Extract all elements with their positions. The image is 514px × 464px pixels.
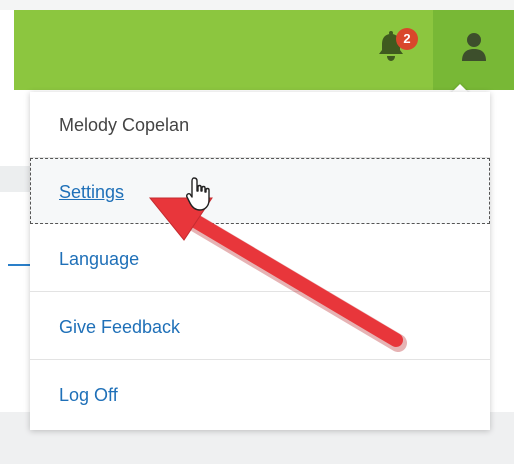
topbar-top-strip: [0, 0, 514, 10]
blue-accent-line: [8, 264, 30, 266]
menu-item-give-feedback[interactable]: Give Feedback: [30, 294, 490, 360]
menu-item-log-off[interactable]: Log Off: [30, 362, 490, 428]
hand-pointer-icon: [186, 177, 210, 211]
user-icon: [462, 33, 486, 61]
user-name-label: Melody Copelan: [59, 115, 190, 135]
menu-user-name: Melody Copelan: [30, 92, 490, 158]
language-link[interactable]: Language: [59, 226, 139, 292]
background-band: [0, 166, 30, 192]
give-feedback-link[interactable]: Give Feedback: [59, 294, 180, 360]
user-dropdown-menu: Melody Copelan Settings Language Give Fe…: [30, 92, 490, 430]
menu-item-language[interactable]: Language: [30, 226, 490, 292]
menu-item-settings[interactable]: Settings: [30, 158, 490, 224]
notifications-badge: 2: [396, 28, 418, 50]
user-menu-button[interactable]: [433, 10, 514, 90]
log-off-link[interactable]: Log Off: [59, 362, 118, 428]
settings-link[interactable]: Settings: [59, 159, 124, 225]
